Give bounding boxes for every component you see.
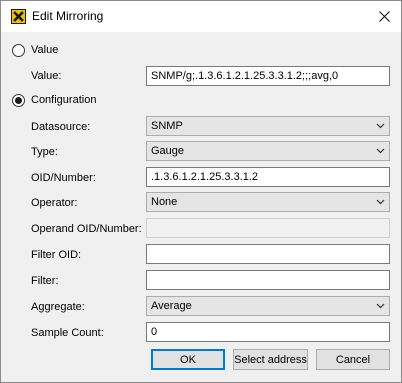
aggregate-label: Aggregate: [31, 301, 85, 313]
aggregate-value: Average [151, 300, 192, 312]
close-button[interactable] [367, 1, 401, 32]
operator-value: None [151, 196, 178, 208]
app-x-icon [11, 9, 26, 24]
aggregate-select[interactable]: Average [146, 296, 390, 316]
close-icon [378, 11, 390, 22]
edit-mirroring-dialog: Edit Mirroring Value Value: SNMP/g;.1.3.… [0, 0, 402, 383]
chevron-down-icon [376, 303, 385, 309]
configuration-radio-label: Configuration [31, 94, 97, 106]
select-address-button[interactable]: Select address [233, 349, 308, 370]
value-label: Value: [31, 70, 62, 82]
oid-field[interactable]: .1.3.6.1.2.1.25.3.3.1.2 [146, 167, 390, 187]
operator-select[interactable]: None [146, 192, 390, 212]
datasource-select[interactable]: SNMP [146, 116, 390, 136]
operator-label: Operator: [31, 197, 78, 209]
sample-count-field[interactable]: 0 [146, 322, 390, 342]
datasource-label: Datasource: [31, 121, 91, 133]
filter-field[interactable] [146, 270, 390, 290]
value-field[interactable]: SNMP/g;.1.3.6.1.2.1.25.3.3.1.2;;;avg,0 [146, 66, 390, 86]
title-bar: Edit Mirroring [1, 1, 401, 32]
ok-button[interactable]: OK [151, 349, 225, 370]
configuration-radio[interactable] [12, 94, 25, 107]
filter-oid-field[interactable] [146, 244, 390, 264]
type-value: Gauge [151, 145, 185, 157]
filter-label: Filter: [31, 275, 59, 287]
value-radio-label: Value [31, 44, 59, 56]
type-select[interactable]: Gauge [146, 141, 390, 161]
operand-oid-field[interactable] [146, 218, 390, 238]
chevron-down-icon [376, 148, 385, 154]
chevron-down-icon [376, 199, 385, 205]
sample-count-label: Sample Count: [31, 327, 104, 339]
datasource-value: SNMP [151, 120, 183, 132]
cancel-button[interactable]: Cancel [316, 349, 390, 370]
chevron-down-icon [376, 123, 385, 129]
operand-oid-label: Operand OID/Number: [31, 223, 142, 235]
oid-label: OID/Number: [31, 172, 96, 184]
type-label: Type: [31, 146, 58, 158]
window-title: Edit Mirroring [32, 9, 104, 23]
value-radio[interactable] [12, 44, 25, 57]
filter-oid-label: Filter OID: [31, 249, 82, 261]
